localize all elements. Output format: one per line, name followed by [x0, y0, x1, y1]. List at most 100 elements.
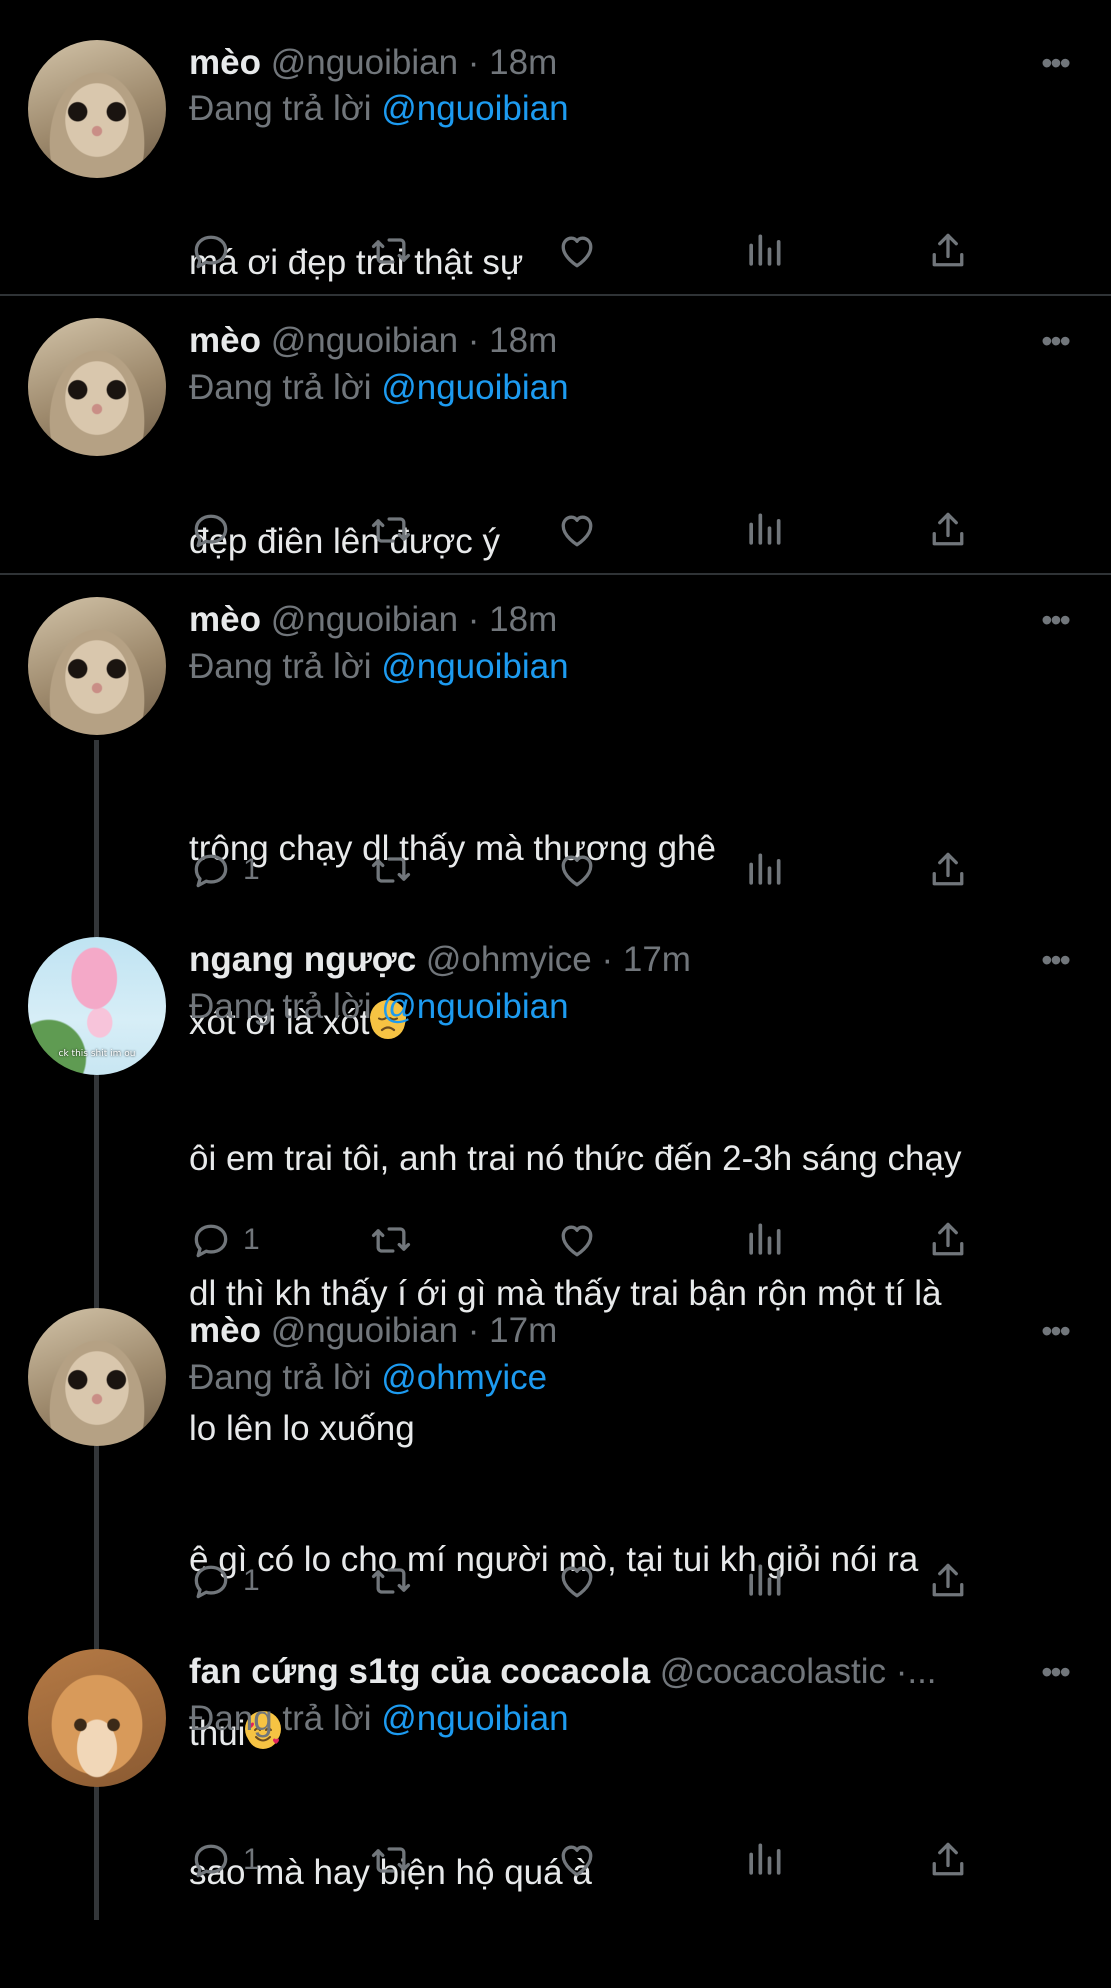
user-handle[interactable]: @nguoibian	[271, 321, 458, 360]
views-icon	[749, 853, 781, 885]
user-handle[interactable]: @cocacolastic	[660, 1652, 886, 1691]
views-button[interactable]	[742, 226, 786, 276]
display-name[interactable]: ngang ngược	[189, 940, 416, 979]
reply-count: 1	[243, 1843, 260, 1876]
share-button[interactable]	[926, 1215, 970, 1265]
share-button[interactable]	[926, 845, 970, 895]
like-button[interactable]	[555, 1835, 599, 1885]
share-button[interactable]	[926, 505, 970, 555]
reply-button[interactable]: 1	[189, 845, 260, 895]
more-options-icon[interactable]: •••	[1037, 1649, 1073, 1695]
retweet-button[interactable]	[369, 1835, 413, 1885]
heart-icon	[561, 1225, 593, 1257]
like-button[interactable]	[555, 226, 599, 276]
avatar[interactable]	[28, 40, 166, 178]
views-icon	[749, 1843, 781, 1875]
tweet-header: mèo @nguoibian · 18m	[189, 597, 1075, 643]
divider	[0, 573, 1111, 575]
more-options-icon[interactable]: •••	[1037, 1308, 1073, 1354]
retweet-icon	[371, 1847, 411, 1873]
reply-button[interactable]	[189, 226, 243, 276]
views-button[interactable]	[742, 1835, 786, 1885]
timestamp[interactable]: 18m	[489, 43, 557, 82]
more-options-icon[interactable]: •••	[1037, 318, 1073, 364]
avatar[interactable]	[28, 318, 166, 456]
reply-button[interactable]	[189, 505, 243, 555]
views-button[interactable]	[742, 845, 786, 895]
reply-icon	[194, 1844, 228, 1878]
mention-link[interactable]: @nguoibian	[381, 1699, 568, 1738]
meta-separator: ·	[458, 1311, 490, 1350]
reply-button[interactable]: 1	[189, 1556, 260, 1606]
views-button[interactable]	[742, 1556, 786, 1606]
meta-separator: ·	[458, 321, 490, 360]
replying-to: Đang trả lời @nguoibian	[189, 86, 569, 132]
tweet-actions: 1	[189, 845, 1019, 895]
tweet-actions: 1	[189, 1835, 1019, 1885]
tweet-header: fan cứng s1tg của cocacola @cocacolastic…	[189, 1649, 1021, 1695]
mention-link[interactable]: @nguoibian	[381, 647, 568, 686]
retweet-button[interactable]	[369, 226, 413, 276]
display-name[interactable]: mèo	[189, 43, 261, 82]
share-icon	[932, 852, 964, 886]
more-options-icon[interactable]: •••	[1037, 40, 1073, 86]
share-icon	[932, 233, 964, 267]
reply-button[interactable]: 1	[189, 1835, 260, 1885]
replying-to: Đang trả lời @nguoibian	[189, 644, 569, 690]
mention-link[interactable]: @nguoibian	[381, 987, 568, 1026]
share-button[interactable]	[926, 1835, 970, 1885]
retweet-icon	[371, 238, 411, 264]
reply-icon	[194, 854, 228, 888]
retweet-button[interactable]	[369, 1556, 413, 1606]
like-button[interactable]	[555, 845, 599, 895]
share-button[interactable]	[926, 1556, 970, 1606]
avatar[interactable]	[28, 597, 166, 735]
timestamp[interactable]: 17m	[623, 940, 691, 979]
retweet-button[interactable]	[369, 505, 413, 555]
replying-prefix: Đang trả lời	[189, 89, 382, 128]
avatar[interactable]: ck this shit im ou	[28, 937, 166, 1075]
views-icon	[749, 1564, 781, 1596]
tweet[interactable]: mèo @nguoibian · 18m ••• Đang trả lời @n…	[0, 0, 1111, 295]
mention-link[interactable]: @nguoibian	[381, 368, 568, 407]
replying-prefix: Đang trả lời	[189, 647, 382, 686]
retweet-icon	[371, 1568, 411, 1594]
views-button[interactable]	[742, 505, 786, 555]
reply-button[interactable]: 1	[189, 1215, 260, 1265]
share-button[interactable]	[926, 226, 970, 276]
mention-link[interactable]: @nguoibian	[381, 89, 568, 128]
timestamp[interactable]: 17m	[489, 1311, 557, 1350]
meta-separator: ·...	[885, 1652, 937, 1691]
reply-icon	[194, 1565, 228, 1599]
like-button[interactable]	[555, 1556, 599, 1606]
reply-icon	[194, 235, 228, 269]
tweet-actions	[189, 226, 1019, 276]
mention-link[interactable]: @ohmyice	[381, 1358, 547, 1397]
avatar[interactable]	[28, 1308, 166, 1446]
user-handle[interactable]: @ohmyice	[426, 940, 592, 979]
retweet-button[interactable]	[369, 845, 413, 895]
display-name[interactable]: mèo	[189, 600, 261, 639]
share-icon	[932, 512, 964, 546]
user-handle[interactable]: @nguoibian	[271, 43, 458, 82]
more-options-icon[interactable]: •••	[1037, 937, 1073, 983]
display-name[interactable]: fan cứng s1tg của cocacola	[189, 1652, 650, 1691]
reply-count: 1	[243, 1564, 260, 1597]
timestamp[interactable]: 18m	[489, 321, 557, 360]
meta-separator: ·	[591, 940, 623, 979]
reply-count: 1	[243, 1223, 260, 1256]
display-name[interactable]: mèo	[189, 321, 261, 360]
retweet-button[interactable]	[369, 1215, 413, 1265]
avatar[interactable]	[28, 1649, 166, 1787]
user-handle[interactable]: @nguoibian	[271, 1311, 458, 1350]
views-button[interactable]	[742, 1215, 786, 1265]
replying-prefix: Đang trả lời	[189, 987, 382, 1026]
heart-icon	[561, 1566, 593, 1598]
display-name[interactable]: mèo	[189, 1311, 261, 1350]
like-button[interactable]	[555, 1215, 599, 1265]
user-handle[interactable]: @nguoibian	[271, 600, 458, 639]
tweet-text-line: ôi em trai tôi, anh trai nó thức đến 2-3…	[189, 1139, 962, 1178]
more-options-icon[interactable]: •••	[1037, 597, 1073, 643]
timestamp[interactable]: 18m	[489, 600, 557, 639]
like-button[interactable]	[555, 505, 599, 555]
